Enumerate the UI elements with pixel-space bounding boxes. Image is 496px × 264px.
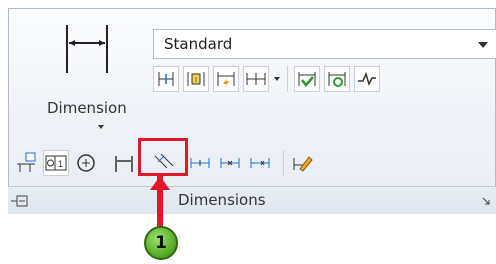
dim-align-button[interactable] (217, 150, 243, 176)
svg-text:1: 1 (58, 159, 63, 169)
dim-chain-icon: I (187, 72, 205, 86)
toolbar-separator (287, 66, 288, 92)
annotate-button[interactable] (13, 150, 39, 176)
dim-break-icon (358, 71, 376, 87)
dim-baseline-icon (158, 72, 174, 86)
dim-check-button[interactable] (294, 66, 320, 92)
annotate-icon (17, 152, 36, 172)
pin-icon[interactable] (10, 192, 32, 210)
dim-continuous-button[interactable] (243, 66, 269, 92)
dimension-dropdown-icon[interactable] (98, 125, 104, 129)
dialog-launcher-icon[interactable] (482, 197, 490, 205)
panel-footer: Dimensions (8, 186, 496, 214)
panel-title: Dimensions (178, 191, 266, 209)
dimension-button[interactable]: Dimension (25, 21, 129, 133)
callout-number: 1 (144, 226, 178, 260)
dim-chain-button[interactable]: I (183, 66, 209, 92)
dim-check-icon (298, 72, 316, 87)
center-mark-button[interactable] (73, 150, 99, 176)
dim-update-button[interactable] (324, 66, 350, 92)
dim-jog-button[interactable] (247, 150, 273, 176)
center-mark-icon (77, 154, 95, 172)
highlight-box (138, 138, 188, 176)
feature-control-frame-icon: 1 (45, 155, 67, 171)
dim-style-select[interactable]: Standard (153, 29, 496, 59)
callout-arrow-head (150, 176, 170, 190)
dim-edit-button[interactable] (290, 150, 316, 176)
row1-toolbar: I (153, 65, 384, 93)
dim-continuous-dropdown[interactable] (273, 66, 281, 92)
dim-continuous-icon (246, 73, 266, 85)
smart-dimension-icon (115, 156, 133, 172)
svg-text:I: I (195, 77, 197, 84)
chevron-down-icon[interactable] (478, 42, 488, 48)
dim-override-icon (217, 72, 235, 87)
feature-control-frame-button[interactable]: 1 (43, 150, 69, 176)
dim-baseline-button[interactable] (153, 66, 179, 92)
dim-override-button[interactable] (213, 66, 239, 92)
dimension-large-icon (66, 25, 108, 73)
dim-edit-icon (293, 156, 313, 172)
dim-style-value: Standard (164, 35, 233, 53)
dim-align-icon (220, 158, 240, 168)
dim-space-icon (190, 158, 210, 168)
smart-dimension-button[interactable] (111, 150, 137, 176)
dimension-label: Dimension (47, 99, 127, 117)
chevron-down-icon (274, 77, 280, 81)
dim-space-button[interactable] (187, 150, 213, 176)
dimensions-panel: Dimension Standard I 1 (8, 8, 496, 214)
dim-update-icon (328, 72, 346, 87)
toolbar-separator (283, 150, 284, 176)
dim-jog-icon (250, 158, 270, 168)
dim-break-button[interactable] (354, 66, 380, 92)
